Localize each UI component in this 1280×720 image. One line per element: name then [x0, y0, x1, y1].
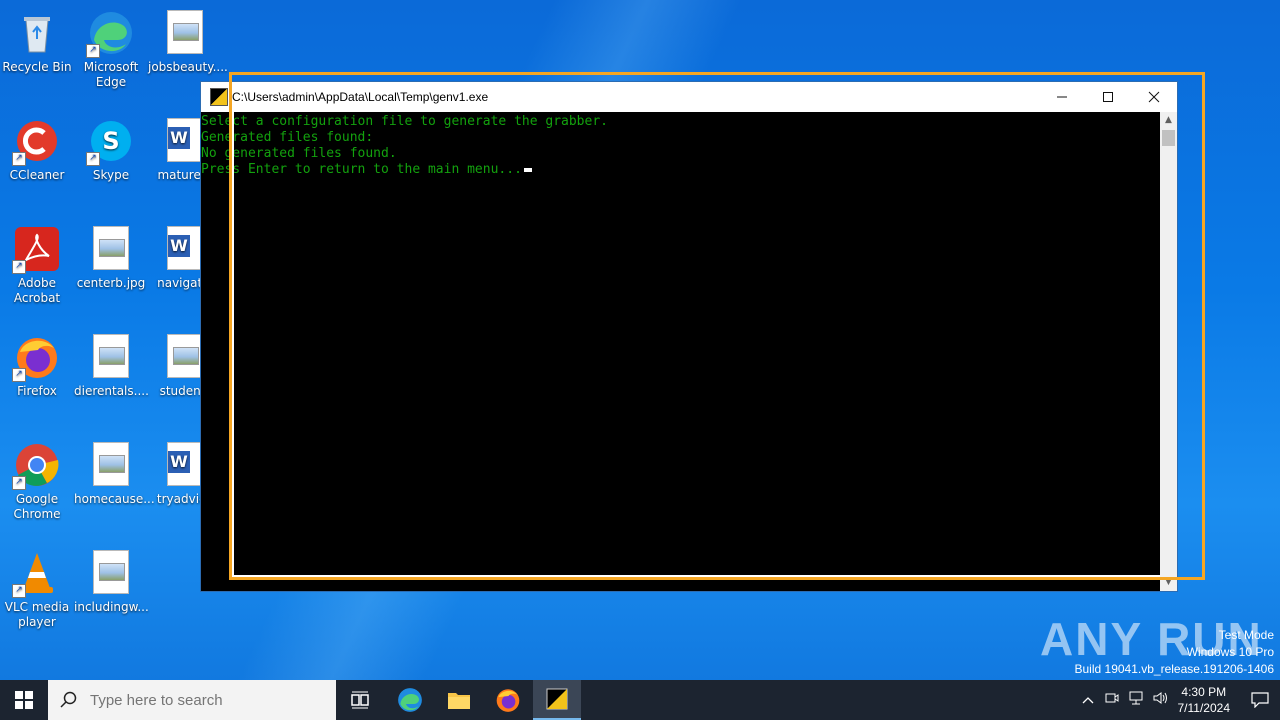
- watermark-line: Test Mode: [1218, 628, 1274, 642]
- taskbar-firefox[interactable]: [484, 680, 532, 720]
- taskbar: 4:30 PM 7/11/2024: [0, 680, 1280, 720]
- start-button[interactable]: [0, 680, 48, 720]
- desktop-icon-label: dierentals....: [74, 384, 149, 398]
- folder-icon: [448, 693, 470, 709]
- highlight-frame: [229, 72, 1205, 580]
- shortcut-arrow-icon: ↗: [12, 584, 26, 598]
- console-app-icon: [546, 688, 568, 710]
- taskbar-clock[interactable]: 4:30 PM 7/11/2024: [1178, 684, 1231, 716]
- notification-icon: [1251, 692, 1269, 708]
- desktop-icon-label: Google Chrome: [13, 492, 61, 521]
- desktop-icon-label: Recycle Bin: [2, 60, 72, 74]
- ccleaner-icon: ↗: [12, 118, 60, 166]
- image-file-icon: [88, 226, 134, 272]
- desktop-icon-label: jobsbeauty....: [148, 60, 228, 74]
- desktop-icon-ccleaner[interactable]: ↗ CCleaner: [0, 114, 74, 183]
- desktop-icon-jobsbeauty[interactable]: jobsbeauty....: [148, 6, 228, 75]
- desktop-icon-includingw[interactable]: includingw...: [74, 546, 149, 615]
- desktop-icon-homecause[interactable]: homecause...: [74, 438, 155, 507]
- shortcut-arrow-icon: ↗: [12, 476, 26, 490]
- search-input[interactable]: [88, 690, 312, 710]
- desktop-icon-dierentals[interactable]: dierentals....: [74, 330, 149, 399]
- desktop-icon-firefox[interactable]: ↗ Firefox: [0, 330, 74, 399]
- shortcut-arrow-icon: ↗: [12, 260, 26, 274]
- chrome-icon: ↗: [12, 442, 60, 490]
- desktop-icon-label: Microsoft Edge: [83, 60, 139, 89]
- network-icon[interactable]: [1124, 691, 1148, 709]
- taskbar-search[interactable]: [48, 680, 336, 720]
- desktop-icon-skype[interactable]: S ↗ Skype: [74, 114, 148, 183]
- taskbar-edge[interactable]: [386, 680, 434, 720]
- firefox-icon: [496, 689, 520, 712]
- desktop-icon-microsoft-edge[interactable]: ↗ Microsoft Edge: [74, 6, 148, 90]
- chevron-up-icon[interactable]: [1076, 693, 1100, 708]
- adobe-acrobat-icon: ↗: [12, 226, 60, 274]
- console-app-icon[interactable]: [210, 88, 228, 106]
- action-center-button[interactable]: [1240, 680, 1280, 720]
- recycle-bin-icon: [14, 10, 60, 56]
- volume-icon[interactable]: [1148, 691, 1172, 709]
- clock-time: 4:30 PM: [1181, 685, 1227, 699]
- desktop-icon-label: includingw...: [74, 600, 149, 614]
- shortcut-arrow-icon: ↗: [86, 44, 100, 58]
- desktop-icon-recycle-bin[interactable]: Recycle Bin: [0, 6, 74, 75]
- desktop-icon-centerb[interactable]: centerb.jpg: [74, 222, 148, 291]
- taskbar-console-app[interactable]: [533, 680, 581, 720]
- vlc-icon: ↗: [12, 550, 60, 598]
- firefox-icon: ↗: [12, 334, 60, 382]
- desktop-icon-label: VLC media player: [4, 600, 70, 629]
- desktop-icon-google-chrome[interactable]: ↗ Google Chrome: [0, 438, 74, 522]
- shortcut-arrow-icon: ↗: [12, 368, 26, 382]
- edge-icon: ↗: [86, 10, 134, 58]
- watermark-line: Windows 10 Pro: [1186, 645, 1274, 659]
- desktop-icon-label: Skype: [92, 168, 130, 182]
- desktop-icon-adobe-acrobat[interactable]: ↗ Adobe Acrobat: [0, 222, 74, 306]
- task-view-icon: [351, 691, 369, 709]
- meet-now-icon[interactable]: [1100, 691, 1124, 709]
- skype-icon: S ↗: [86, 118, 134, 166]
- desktop-icon-label: homecause...: [74, 492, 155, 506]
- windows-watermark: Test Mode Windows 10 Pro Build 19041.vb_…: [1075, 627, 1275, 678]
- taskbar-file-explorer[interactable]: [435, 680, 483, 720]
- desktop-icon-label: Adobe Acrobat: [13, 276, 61, 305]
- image-file-icon: [88, 442, 134, 488]
- svg-text:S: S: [102, 127, 119, 155]
- task-view-button[interactable]: [336, 680, 384, 720]
- system-tray: 4:30 PM 7/11/2024: [1076, 680, 1280, 720]
- edge-icon: [398, 688, 422, 712]
- image-file-icon: [162, 10, 208, 56]
- image-file-icon: [88, 550, 134, 596]
- image-file-icon: [88, 334, 134, 380]
- clock-date: 7/11/2024: [1177, 701, 1231, 715]
- windows-logo-icon: [15, 691, 33, 709]
- desktop-icon-label: centerb.jpg: [76, 276, 146, 290]
- shortcut-arrow-icon: ↗: [12, 152, 26, 166]
- shortcut-arrow-icon: ↗: [86, 152, 100, 166]
- desktop-icon-vlc[interactable]: ↗ VLC media player: [0, 546, 74, 630]
- desktop-icon-label: CCleaner: [9, 168, 65, 182]
- desktop-icon-label: Firefox: [17, 384, 57, 398]
- watermark-line: Build 19041.vb_release.191206-1406: [1074, 662, 1275, 676]
- search-icon: [60, 691, 77, 708]
